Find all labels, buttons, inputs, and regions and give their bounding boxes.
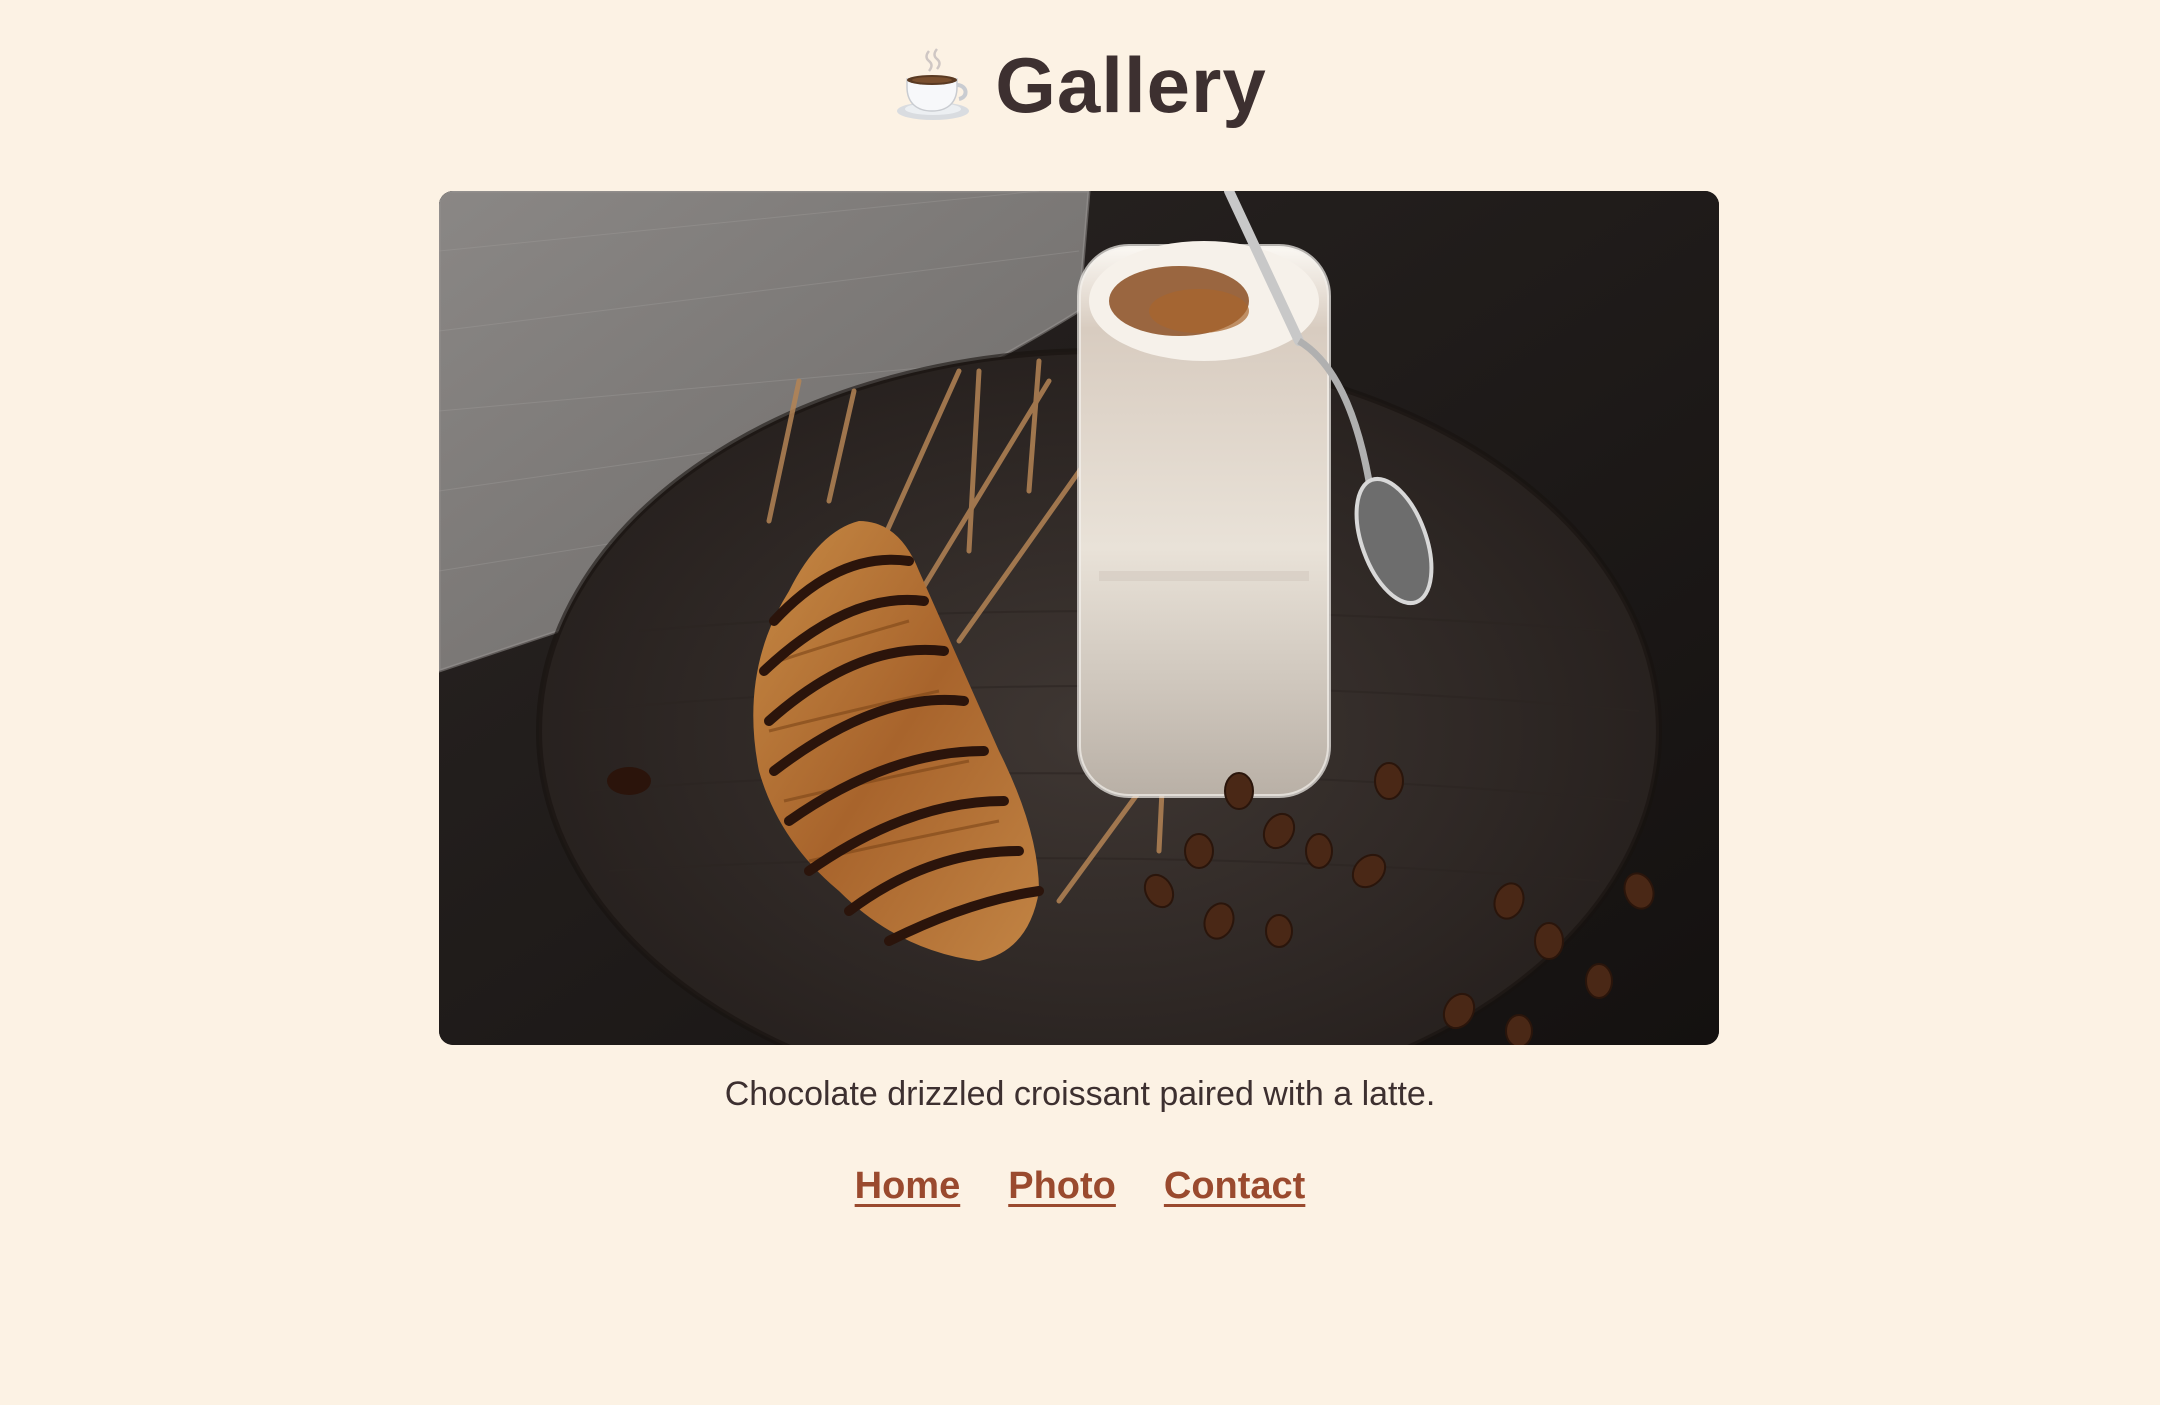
gallery-photo <box>439 191 1719 1045</box>
page-header: Gallery <box>0 30 2160 140</box>
coffee-cup-icon <box>897 48 970 120</box>
photo-caption: Chocolate drizzled croissant paired with… <box>724 1075 1436 1113</box>
gallery-page: Gallery Chocolate drizzled croissant pai… <box>0 0 2160 1405</box>
footer-nav: Home Photo Contact <box>0 1165 2160 1208</box>
nav-link-photo[interactable]: Photo <box>1008 1165 1116 1208</box>
nav-link-contact[interactable]: Contact <box>1164 1165 1305 1208</box>
page-title: Gallery <box>995 41 1267 129</box>
croissant-latte-photo <box>439 191 1719 1045</box>
nav-link-home[interactable]: Home <box>855 1165 961 1208</box>
